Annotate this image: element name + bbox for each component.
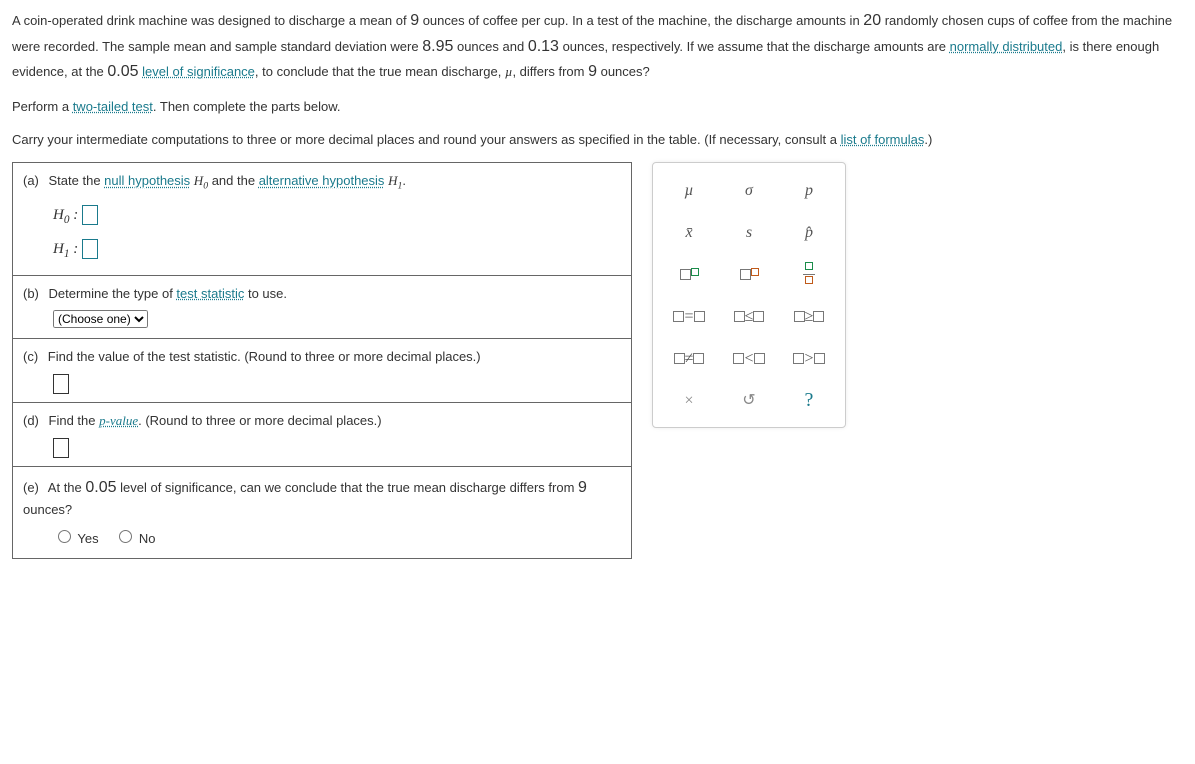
- value: 0.05: [85, 479, 116, 496]
- part-c-label: (c): [23, 349, 38, 364]
- part-a-cell: (a) State the null hypothesis H0 and the…: [13, 163, 632, 275]
- yes-text: Yes: [77, 531, 98, 546]
- text: level of significance, can we conclude t…: [117, 480, 579, 495]
- text: . (Round to three or more decimal places…: [138, 413, 382, 428]
- p-value-input[interactable]: [53, 438, 69, 458]
- text: Find the: [49, 413, 100, 428]
- palette-gt[interactable]: >: [787, 341, 831, 375]
- h1-row: H1 :: [53, 237, 621, 263]
- palette-lte[interactable]: ≤: [727, 299, 771, 333]
- text: .: [402, 173, 406, 188]
- text: Perform a: [12, 99, 73, 114]
- h0-sym: H: [53, 207, 64, 223]
- text: .): [924, 132, 932, 147]
- text: ounces?: [23, 502, 72, 517]
- palette-clear[interactable]: ×: [667, 383, 711, 417]
- radio-yes[interactable]: [58, 530, 71, 543]
- value: 0.05: [107, 63, 138, 80]
- palette-lt[interactable]: <: [727, 341, 771, 375]
- radio-yes-label[interactable]: Yes: [53, 531, 99, 546]
- text: State the: [49, 173, 105, 188]
- problem-paragraph-1: A coin-operated drink machine was design…: [12, 8, 1183, 85]
- text: ounces, respectively. If we assume that …: [559, 39, 950, 54]
- link-p-value[interactable]: p-value: [99, 413, 138, 428]
- link-alternative-hypothesis[interactable]: alternative hypothesis: [259, 173, 385, 188]
- text: ounces and: [453, 39, 527, 54]
- problem-paragraph-3: Carry your intermediate computations to …: [12, 130, 1183, 151]
- palette-fraction[interactable]: [787, 257, 831, 291]
- value: 0.13: [528, 38, 559, 55]
- test-statistic-select[interactable]: (Choose one): [53, 310, 148, 328]
- h1-input[interactable]: [82, 239, 98, 259]
- text: Determine the type of: [49, 286, 177, 301]
- value: 9: [410, 12, 419, 29]
- text: and the: [212, 173, 259, 188]
- h0-sub: 0: [64, 214, 70, 226]
- link-normally-distributed[interactable]: normally distributed: [950, 39, 1063, 54]
- palette-equals[interactable]: =: [667, 299, 711, 333]
- h0-sub: 0: [203, 181, 208, 192]
- parts-table: (a) State the null hypothesis H0 and the…: [12, 162, 632, 559]
- value: 9: [588, 63, 597, 80]
- text: Find the value of the test statistic. (R…: [48, 349, 481, 364]
- palette-sigma[interactable]: σ: [727, 173, 771, 207]
- palette-mu[interactable]: µ: [667, 173, 711, 207]
- part-e-cell: (e) At the 0.05 level of significance, c…: [13, 466, 632, 558]
- part-e-label: (e): [23, 480, 39, 495]
- palette-s[interactable]: s: [727, 215, 771, 249]
- palette-help[interactable]: ?: [787, 383, 831, 417]
- part-a-label: (a): [23, 173, 39, 188]
- link-level-of-significance[interactable]: level of significance: [142, 64, 255, 79]
- problem-paragraph-2: Perform a two-tailed test. Then complete…: [12, 97, 1183, 118]
- link-two-tailed-test[interactable]: two-tailed test: [73, 99, 153, 114]
- test-statistic-input[interactable]: [53, 374, 69, 394]
- text: to use.: [244, 286, 287, 301]
- part-b-cell: (b) Determine the type of test statistic…: [13, 275, 632, 339]
- palette-p[interactable]: p: [787, 173, 831, 207]
- palette-xbar[interactable]: x̄: [667, 215, 711, 249]
- palette-phat[interactable]: p̂: [787, 215, 831, 249]
- radio-no[interactable]: [119, 530, 132, 543]
- part-b-label: (b): [23, 286, 39, 301]
- radio-no-label[interactable]: No: [114, 531, 155, 546]
- h0-sym: H: [194, 173, 203, 188]
- text: At the: [48, 480, 86, 495]
- value: 8.95: [422, 38, 453, 55]
- h1-sym: H: [53, 241, 64, 257]
- text: A coin-operated drink machine was design…: [12, 13, 410, 28]
- text: . Then complete the parts below.: [153, 99, 341, 114]
- link-null-hypothesis[interactable]: null hypothesis: [104, 173, 190, 188]
- palette-gte[interactable]: ≥: [787, 299, 831, 333]
- value: 9: [578, 479, 587, 496]
- h1-sub: 1: [64, 248, 70, 260]
- symbol-palette: µ σ p x̄ s p̂ = ≤ ≥ ≠ < > × ↺ ?: [652, 162, 846, 428]
- h0-input[interactable]: [82, 205, 98, 225]
- text: ounces?: [597, 64, 650, 79]
- palette-subscript[interactable]: [727, 257, 771, 291]
- link-test-statistic[interactable]: test statistic: [176, 286, 244, 301]
- text: ounces of coffee per cup. In a test of t…: [419, 13, 863, 28]
- palette-superscript[interactable]: [667, 257, 711, 291]
- part-d-label: (d): [23, 413, 39, 428]
- text: , to conclude that the true mean dischar…: [255, 64, 505, 79]
- link-list-of-formulas[interactable]: list of formulas: [841, 132, 925, 147]
- palette-reset[interactable]: ↺: [727, 383, 771, 417]
- part-c-cell: (c) Find the value of the test statistic…: [13, 339, 632, 403]
- value: 20: [863, 12, 881, 29]
- text: , differs from: [512, 64, 588, 79]
- h0-row: H0 :: [53, 203, 621, 229]
- palette-neq[interactable]: ≠: [667, 341, 711, 375]
- part-d-cell: (d) Find the p-value. (Round to three or…: [13, 402, 632, 466]
- no-text: No: [139, 531, 156, 546]
- text: Carry your intermediate computations to …: [12, 132, 841, 147]
